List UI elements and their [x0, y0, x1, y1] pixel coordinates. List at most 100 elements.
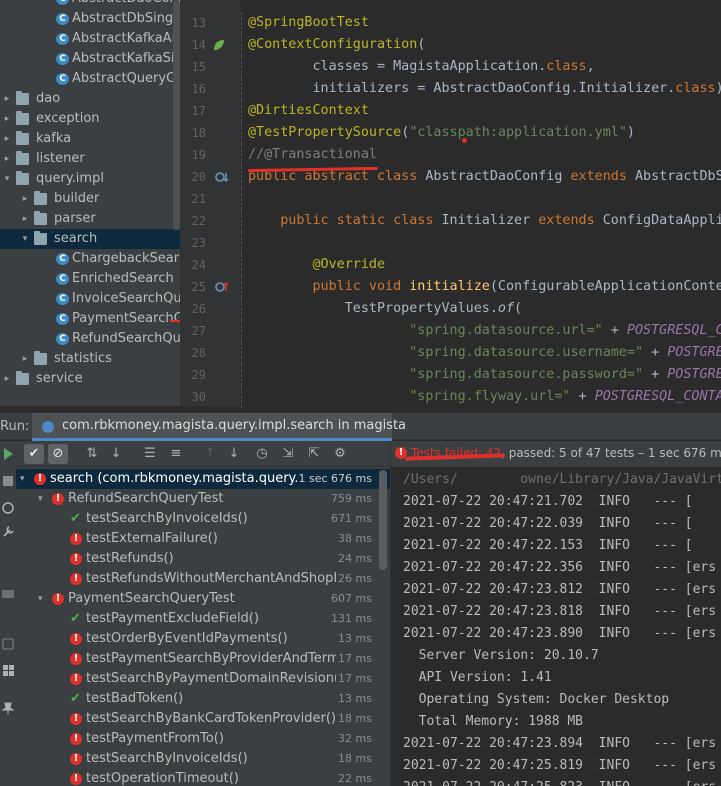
- test-row[interactable]: testPaymentFromTo() 32 ms: [16, 729, 390, 749]
- project-tree-item[interactable]: ▸ builder: [0, 189, 180, 209]
- spring-leaf-icon[interactable]: [212, 38, 226, 52]
- line-number: 19: [191, 148, 206, 162]
- sort-alpha-button[interactable]: ⇅: [82, 444, 102, 464]
- implemented-icon[interactable]: [214, 170, 232, 184]
- chevron-right-icon[interactable]: ▸: [20, 209, 30, 229]
- project-tree-item[interactable]: CAbstractDaoConfig: [0, 0, 180, 9]
- code-line[interactable]: @SpringBootTest: [248, 12, 369, 34]
- code-line[interactable]: public void initialize(ConfigurableAppli…: [248, 276, 721, 298]
- test-row[interactable]: testRefundsWithoutMerchantAndShopIc26 ms: [16, 569, 390, 589]
- chevron-right-icon[interactable]: ▸: [2, 149, 12, 169]
- project-tree-item[interactable]: CAbstractDbSingleto: [0, 9, 180, 29]
- project-tree-item[interactable]: CAbstractKafkaSingl: [0, 49, 180, 69]
- stop-icon[interactable]: [2, 475, 14, 487]
- settings-button[interactable]: ⚙: [330, 444, 350, 464]
- project-tree-item[interactable]: ▾ search: [0, 229, 180, 249]
- code-line[interactable]: //@Transactional: [248, 144, 377, 166]
- chevron-right-icon[interactable]: ▸: [2, 89, 12, 109]
- test-row[interactable]: testExternalFailure() 38 ms: [16, 529, 390, 549]
- code-line[interactable]: @ContextConfiguration(: [248, 34, 425, 56]
- import-tests-button[interactable]: ⇲: [278, 444, 298, 464]
- test-row[interactable]: testSearchByPaymentDomainRevision()17 ms: [16, 669, 390, 689]
- collapse-all-button[interactable]: ≡: [166, 444, 186, 464]
- test-row[interactable]: ✔ testPaymentExcludeField() 131 ms: [16, 609, 390, 629]
- test-results-tree[interactable]: ▾ search (com.rbkmoney.magista.query.ir1 …: [16, 467, 390, 786]
- project-tree-item[interactable]: ▸ exception: [0, 109, 180, 129]
- project-tree-item[interactable]: C InvoiceSearchQu: [0, 289, 180, 309]
- project-tree-scrollbar[interactable]: [173, 0, 180, 230]
- test-row[interactable]: testPaymentSearchByProviderAndTermi17 ms: [16, 649, 390, 669]
- code-line[interactable]: "spring.datasource.url=" + POSTGRESQL_C: [248, 320, 721, 342]
- project-tree-item[interactable]: ▸ dao: [0, 89, 180, 109]
- sort-duration-button[interactable]: ↓: [106, 444, 126, 464]
- code-line[interactable]: @TestPropertySource("classpath:applicati…: [248, 122, 635, 144]
- test-row[interactable]: testRefunds() 24 ms: [16, 549, 390, 569]
- project-tree-item[interactable]: CAbstractQueryConf: [0, 69, 180, 89]
- package-folder-icon: [16, 131, 29, 145]
- restore-layout-icon[interactable]: [1, 637, 15, 651]
- test-row[interactable]: ▾ search (com.rbkmoney.magista.query.ir1 …: [16, 469, 390, 489]
- package-folder-icon: [16, 151, 29, 165]
- chevron-down-icon[interactable]: ▾: [38, 589, 43, 609]
- pin-icon[interactable]: [1, 701, 15, 715]
- project-tree-item[interactable]: CAbstractKafkaAndD: [0, 29, 180, 49]
- project-tree-item[interactable]: ▸ listener: [0, 149, 180, 169]
- project-tree-item[interactable]: ▸ parser: [0, 209, 180, 229]
- chevron-right-icon[interactable]: ▸: [20, 349, 30, 369]
- code-line[interactable]: classes = MagistaApplication.class,: [248, 56, 594, 78]
- prev-failed-button[interactable]: ↑: [200, 444, 220, 464]
- chevron-down-icon[interactable]: ▾: [20, 229, 30, 249]
- project-tree-item[interactable]: ▸ statistics: [0, 349, 180, 369]
- chevron-down-icon[interactable]: ▾: [20, 469, 25, 489]
- code-line[interactable]: TestPropertyValues.of(: [248, 298, 522, 320]
- project-tree-item[interactable]: C ChargebackSear: [0, 249, 180, 269]
- class-icon: C: [56, 253, 69, 265]
- chevron-down-icon[interactable]: ▾: [38, 489, 43, 509]
- camera-icon[interactable]: [1, 587, 15, 599]
- chevron-right-icon[interactable]: ▸: [2, 109, 12, 129]
- test-row[interactable]: testOperationTimeout() 22 ms: [16, 769, 390, 786]
- show-ignored-toggle[interactable]: ⊘: [48, 444, 68, 464]
- project-tree-item[interactable]: C EnrichedSearch: [0, 269, 180, 289]
- test-row[interactable]: ▾ RefundSearchQueryTest 759 ms: [16, 489, 390, 509]
- code-line[interactable]: @Override: [248, 254, 386, 276]
- rerun-icon[interactable]: [2, 447, 14, 461]
- chevron-down-icon[interactable]: ▾: [2, 169, 12, 189]
- line-number: 22: [191, 214, 206, 228]
- test-row[interactable]: testSearchByBankCardTokenProvider()18 ms: [16, 709, 390, 729]
- project-tree[interactable]: CAbstractDaoConfigCAbstractDbSingletoCAb…: [0, 0, 180, 406]
- overrides-icon[interactable]: [214, 280, 232, 294]
- code-line[interactable]: @DirtiesContext: [248, 100, 369, 122]
- test-history-button[interactable]: ◷: [252, 444, 272, 464]
- wrench-icon[interactable]: [1, 525, 15, 539]
- console-line: Operating System: Docker Desktop: [403, 692, 670, 707]
- test-row[interactable]: ▾ PaymentSearchQueryTest 607 ms: [16, 589, 390, 609]
- debug-icon[interactable]: [1, 501, 15, 515]
- test-row[interactable]: testSearchByInvoiceIds() 18 ms: [16, 749, 390, 769]
- project-tree-item[interactable]: ▾ query.impl: [0, 169, 180, 189]
- test-row[interactable]: ✔ testSearchByInvoiceIds() 671 ms: [16, 509, 390, 529]
- next-failed-button[interactable]: ↓: [224, 444, 244, 464]
- export-tests-button[interactable]: ⇱: [304, 444, 324, 464]
- code-line[interactable]: "spring.datasource.username=" + POSTGRES: [248, 342, 721, 364]
- chevron-right-icon[interactable]: ▸: [20, 189, 30, 209]
- test-row[interactable]: testOrderByEventIdPayments() 13 ms: [16, 629, 390, 649]
- run-config-tab[interactable]: com.rbkmoney.magista.query.impl.search i…: [32, 413, 406, 441]
- test-tree-scrollbar[interactable]: [379, 470, 387, 570]
- code-line[interactable]: initializers = AbstractDaoConfig.Initial…: [248, 78, 721, 100]
- project-tree-item[interactable]: C PaymentSearchQ: [0, 309, 180, 329]
- chevron-right-icon[interactable]: ▸: [2, 129, 12, 149]
- project-tree-item[interactable]: ▸ service: [0, 369, 180, 389]
- code-line[interactable]: "spring.datasource.password=" + POSTGRE: [248, 364, 721, 386]
- test-failed-icon: [70, 529, 82, 549]
- test-row[interactable]: ✔ testBadToken() 13 ms: [16, 689, 390, 709]
- code-line[interactable]: public static class Initializer extends …: [248, 210, 721, 232]
- chevron-right-icon[interactable]: ▸: [2, 369, 12, 389]
- code-line[interactable]: "spring.flyway.url=" + POSTGRESQL_CONTA: [248, 386, 721, 408]
- layout-icon[interactable]: [1, 663, 15, 677]
- fold-guide: [241, 276, 242, 298]
- project-tree-item[interactable]: C RefundSearchQu: [0, 329, 180, 349]
- show-passed-toggle[interactable]: ✔: [24, 444, 44, 464]
- project-tree-item[interactable]: ▸ kafka: [0, 129, 180, 149]
- expand-all-button[interactable]: ☰: [140, 444, 160, 464]
